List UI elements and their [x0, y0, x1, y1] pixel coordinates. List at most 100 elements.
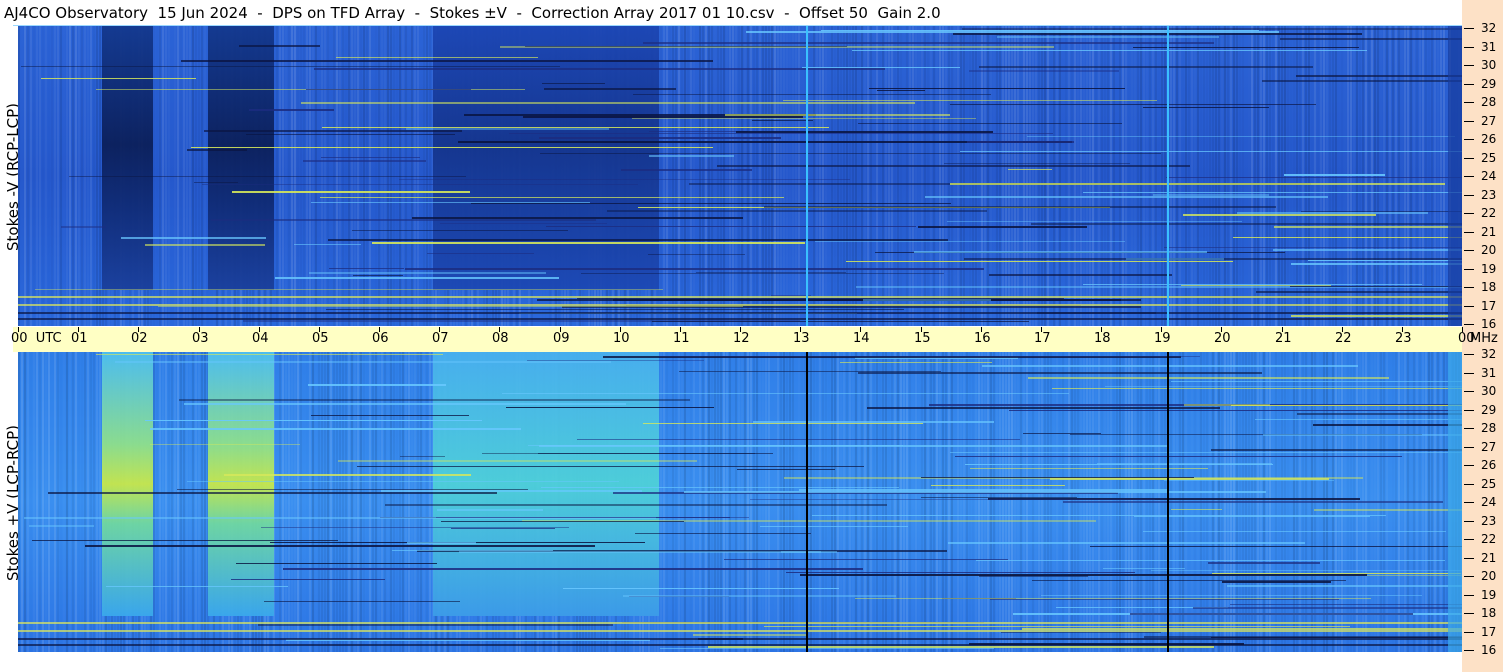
interference-line — [1083, 192, 1462, 193]
interference-line — [1313, 424, 1462, 426]
texture-column — [783, 26, 785, 326]
interference-line — [982, 365, 1358, 367]
texture-column — [978, 352, 980, 652]
interference-line — [338, 460, 697, 462]
texture-column — [882, 352, 884, 652]
time-label: 04 — [252, 331, 269, 346]
interference-line — [538, 453, 773, 454]
interference-line — [177, 489, 528, 490]
texture-column — [39, 26, 41, 326]
interference-line — [989, 274, 1172, 276]
texture-column — [1443, 26, 1445, 326]
texture-column — [915, 26, 917, 326]
texture-column — [366, 352, 368, 652]
texture-column — [834, 26, 836, 326]
texture-column — [1005, 352, 1007, 652]
texture-column — [1212, 26, 1214, 326]
texture-column — [894, 352, 896, 652]
texture-column — [1197, 26, 1199, 326]
interference-line — [660, 648, 994, 649]
texture-column — [987, 352, 989, 652]
texture-column — [1422, 26, 1424, 326]
texture-column — [1209, 26, 1211, 326]
texture-column — [867, 26, 869, 326]
texture-column — [915, 352, 917, 652]
interference-line — [1028, 377, 1389, 379]
interference-line — [577, 439, 1020, 440]
texture-column — [894, 26, 896, 326]
interference-line — [750, 499, 1155, 500]
texture-column — [1137, 26, 1139, 326]
interference-line — [960, 151, 1462, 152]
interference-line — [921, 497, 1077, 498]
interference-line — [32, 540, 338, 541]
interference-line — [997, 36, 1219, 38]
texture-column — [666, 352, 668, 652]
texture-column — [390, 352, 392, 652]
texture-column — [18, 352, 20, 652]
frequency-tick — [1464, 306, 1474, 307]
interference-line — [914, 251, 1207, 253]
texture-column — [660, 352, 662, 652]
texture-column — [942, 352, 944, 652]
frequency-tick — [1464, 84, 1474, 85]
texture-column — [708, 26, 710, 326]
frequency-label: 17 — [1481, 299, 1497, 313]
frequency-tick — [1464, 447, 1474, 448]
time-marker-line — [1167, 352, 1169, 652]
interference-line — [1027, 136, 1455, 137]
texture-column — [675, 352, 677, 652]
interference-line — [1144, 636, 1462, 638]
interference-line — [525, 46, 847, 47]
interference-line — [1105, 386, 1462, 387]
texture-column — [792, 352, 794, 652]
texture-column — [324, 352, 326, 652]
frequency-tick — [1464, 47, 1474, 48]
interference-line — [336, 57, 538, 58]
frequency-tick — [1464, 576, 1474, 577]
texture-column — [171, 352, 173, 652]
interference-line — [61, 226, 106, 228]
interference-line — [427, 253, 534, 254]
frequency-label: 31 — [1481, 366, 1497, 380]
texture-column — [1425, 26, 1427, 326]
texture-column — [1266, 26, 1268, 326]
texture-column — [48, 26, 50, 326]
time-label: 00 UTC — [11, 331, 62, 346]
texture-column — [45, 352, 47, 652]
frequency-label: 19 — [1481, 262, 1497, 276]
interference-line — [724, 559, 1008, 560]
interference-line — [115, 361, 611, 363]
texture-column — [879, 26, 881, 326]
interference-line — [1193, 607, 1462, 609]
interference-line — [953, 33, 1362, 35]
interference-line — [184, 403, 626, 405]
time-label: 12 — [733, 331, 750, 346]
interference-line — [815, 241, 1125, 242]
texture-column — [1122, 26, 1124, 326]
frequency-tick — [1464, 428, 1474, 429]
texture-column — [1149, 26, 1151, 326]
interference-line — [1171, 509, 1222, 510]
interference-line — [979, 66, 1313, 68]
texture-column — [1278, 26, 1280, 326]
texture-column — [1401, 26, 1403, 326]
interference-line — [261, 527, 569, 528]
interference-line — [309, 272, 546, 274]
interference-line — [648, 254, 745, 255]
texture-column — [1131, 26, 1133, 326]
interference-line — [1301, 211, 1462, 212]
texture-column — [1215, 26, 1217, 326]
texture-column — [936, 352, 938, 652]
interference-line — [607, 210, 987, 212]
interference-line — [944, 163, 1130, 164]
texture-column — [888, 352, 890, 652]
texture-column — [867, 352, 869, 652]
texture-column — [765, 352, 767, 652]
interference-line — [708, 646, 1214, 648]
interference-line — [202, 184, 638, 185]
interference-line — [921, 477, 1194, 478]
texture-column — [852, 352, 854, 652]
texture-column — [174, 352, 176, 652]
interference-line — [1314, 509, 1462, 511]
